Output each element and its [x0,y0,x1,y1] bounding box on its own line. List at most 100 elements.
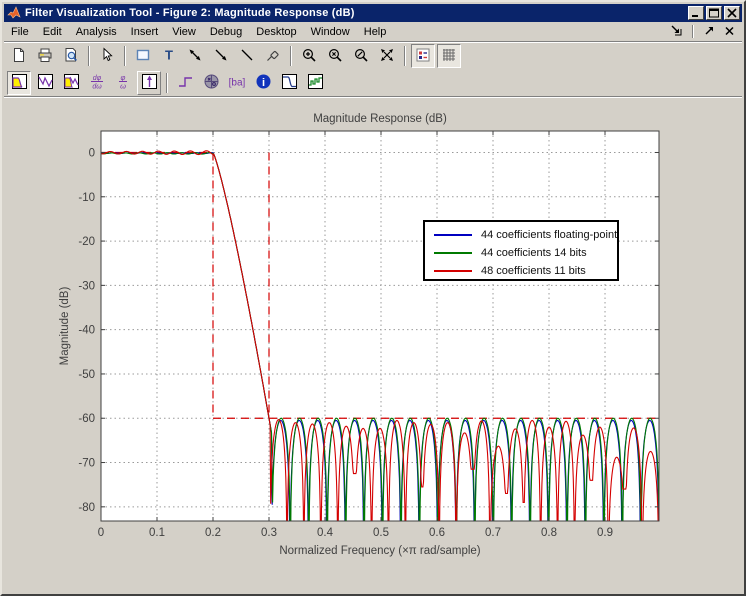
toolbar-separator [290,46,292,66]
filter-info-button[interactable]: i [251,71,275,95]
close-figure-button[interactable] [720,24,738,39]
legend-label: 48 coefficients 11 bits [481,265,586,277]
round-off-noise-psd-icon [307,73,324,93]
pin-button[interactable] [261,44,285,68]
undock-figure-button[interactable] [700,24,718,39]
menu-item-analysis[interactable]: Analysis [69,24,124,40]
x-tick-label: 0 [98,527,104,539]
arrow-button[interactable] [209,44,233,68]
x-axis-label: Normalized Frequency (×π rad/sample) [279,545,480,557]
text-annotation-button[interactable]: T [157,44,181,68]
maximize-button[interactable] [706,6,722,20]
svg-text:ω: ω [120,82,126,91]
menu-item-edit[interactable]: Edit [36,24,69,40]
rectangle-annotation-button[interactable] [131,44,155,68]
legend-label: 44 coefficients floating-point [481,229,617,241]
phase-response-button[interactable] [33,71,57,95]
full-view-icon [379,47,395,66]
print-icon [37,47,53,66]
zoom-in-button[interactable] [297,44,321,68]
window-title: Filter Visualization Tool - Figure 2: Ma… [25,7,688,19]
new-figure-button[interactable] [7,44,31,68]
close-figure-icon [724,24,735,39]
dock-figure-button[interactable] [668,24,686,39]
phase-delay-button[interactable]: φω [111,71,135,95]
menu-item-help[interactable]: Help [357,24,394,40]
close-button[interactable] [724,6,740,20]
print-button[interactable] [33,44,57,68]
y-tick-label: -30 [78,280,95,292]
legend-box[interactable]: 44 coefficients floating-point 44 coeffi… [423,220,619,281]
pole-zero-button[interactable] [199,71,223,95]
impulse-response-icon [141,73,158,93]
grid-toggle-button[interactable] [437,44,461,68]
text-annotation-icon: T [161,47,177,66]
menu-item-file[interactable]: File [4,24,36,40]
magnitude-phase-icon [63,73,80,93]
full-view-button[interactable] [375,44,399,68]
double-arrow-button[interactable] [183,44,207,68]
phase-delay-icon: φω [114,73,132,93]
x-tick-label: 0.3 [261,527,277,539]
step-response-button[interactable] [173,71,197,95]
group-delay-icon: dφdω [88,73,106,93]
edit-plot-button[interactable] [95,44,119,68]
step-response-icon [177,73,194,93]
menu-item-debug[interactable]: Debug [203,24,249,40]
zoom-in-icon [301,47,317,66]
title-bar[interactable]: Filter Visualization Tool - Figure 2: Ma… [4,4,742,22]
coefficients-button[interactable]: [ba] [225,71,249,95]
edit-plot-pointer-icon [99,47,115,66]
toolbar-separator [124,46,126,66]
pin-icon [265,47,281,66]
magnitude-response-icon [11,73,28,93]
rectangle-annotation-icon [135,47,151,66]
menu-separator [692,25,694,38]
magnitude-response-button[interactable] [7,71,31,95]
magnitude-phase-button[interactable] [59,71,83,95]
legend-entry: 44 coefficients floating-point [434,226,617,244]
y-tick-label: -20 [78,236,95,248]
toolbar-separator [404,46,406,66]
legend-entry: 48 coefficients 11 bits [434,262,617,280]
y-tick-label: -60 [78,413,95,425]
svg-text:i: i [261,77,264,89]
main-toolbar: T [4,43,742,69]
coefficients-icon: [ba] [228,73,246,93]
y-tick-label: -40 [78,325,95,337]
menu-item-desktop[interactable]: Desktop [249,24,303,40]
new-figure-icon [11,47,27,66]
menu-item-view[interactable]: View [165,24,203,40]
fvtool-window: Filter Visualization Tool - Figure 2: Ma… [0,0,746,596]
magnitude-response-plot[interactable]: 00.10.20.30.40.50.60.70.80.90-10-20-30-4… [4,98,746,596]
svg-text:dφ: dφ [93,75,102,82]
legend-toggle-button[interactable] [411,44,435,68]
analysis-toolbar: dφdω φω [ba] i [4,70,742,96]
toolbar-separator [88,46,90,66]
line-button[interactable] [235,44,259,68]
zoom-x-button[interactable] [323,44,347,68]
magnitude-estimate-button[interactable] [277,71,301,95]
svg-text:[ba]: [ba] [229,78,246,89]
menu-item-insert[interactable]: Insert [124,24,166,40]
y-tick-label: -80 [78,502,95,514]
menu-item-window[interactable]: Window [304,24,357,40]
magnitude-estimate-icon [281,73,298,93]
x-tick-label: 0.8 [541,527,557,539]
matlab-app-icon [6,5,22,21]
plot-title: Magnitude Response (dB) [313,113,447,125]
grid-toggle-icon [441,47,457,66]
figure-canvas: 00.10.20.30.40.50.60.70.80.90-10-20-30-4… [4,98,742,592]
minimize-button[interactable] [688,6,704,20]
x-tick-label: 0.2 [205,527,221,539]
y-tick-label: 0 [89,147,95,159]
round-off-noise-psd-button[interactable] [303,71,327,95]
print-preview-button[interactable] [59,44,83,68]
legend-toggle-icon [415,47,431,66]
line-icon [239,47,255,66]
zoom-y-button[interactable] [349,44,373,68]
impulse-response-button[interactable] [137,71,161,95]
group-delay-button[interactable]: dφdω [85,71,109,95]
legend-line-sample-red [434,270,472,272]
legend-entry: 44 coefficients 14 bits [434,244,617,262]
